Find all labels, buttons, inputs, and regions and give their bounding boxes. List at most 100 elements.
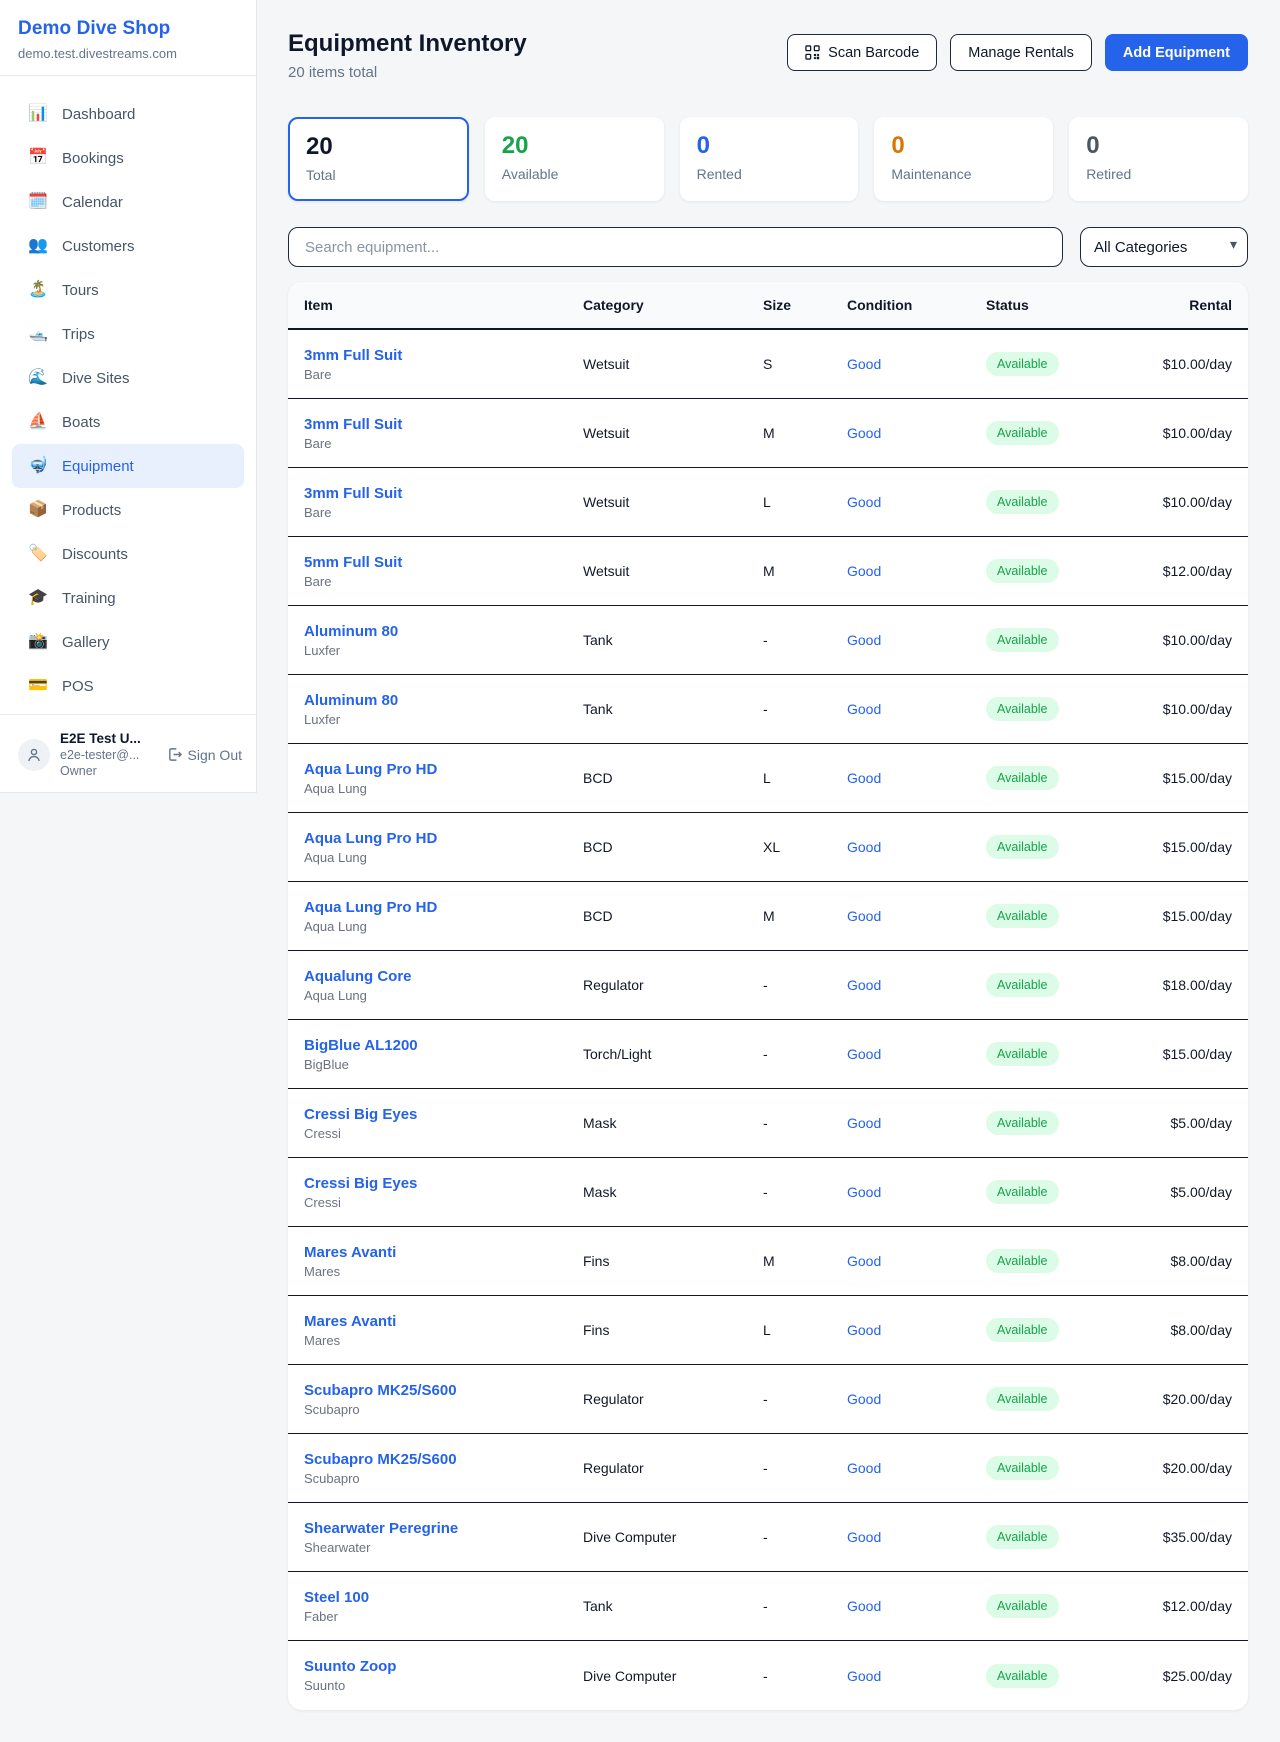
item-name-link[interactable]: Cressi Big Eyes <box>304 1106 583 1123</box>
item-name-link[interactable]: Aqualung Core <box>304 968 583 985</box>
sidebar-item-products[interactable]: 📦 Products <box>12 488 244 532</box>
add-equipment-button[interactable]: Add Equipment <box>1105 34 1248 71</box>
item-condition-link[interactable]: Good <box>847 1598 986 1614</box>
item-brand: Bare <box>304 505 583 520</box>
sidebar-item-calendar[interactable]: 🗓️ Calendar <box>12 180 244 224</box>
item-name-link[interactable]: Scubapro MK25/S600 <box>304 1382 583 1399</box>
sidebar-nav: 📊 Dashboard 📅 Bookings 🗓️ Calendar 👥 Cus… <box>0 76 256 714</box>
table-row: Shearwater Peregrine Shearwater Dive Com… <box>288 1503 1248 1572</box>
item-condition-link[interactable]: Good <box>847 1115 986 1131</box>
category-select[interactable]: All Categories <box>1080 227 1248 267</box>
stat-card-retired[interactable]: 0 Retired <box>1069 117 1248 201</box>
item-brand: Cressi <box>304 1195 583 1210</box>
sidebar-item-customers[interactable]: 👥 Customers <box>12 224 244 268</box>
sidebar-item-equipment[interactable]: 🤿 Equipment <box>12 444 244 488</box>
item-name-link[interactable]: 3mm Full Suit <box>304 347 583 364</box>
status-badge: Available <box>986 1594 1059 1618</box>
table-row: Aqua Lung Pro HD Aqua Lung BCD M Good Av… <box>288 882 1248 951</box>
nav-item-label: Gallery <box>62 634 110 651</box>
item-condition-link[interactable]: Good <box>847 1046 986 1062</box>
item-condition-link[interactable]: Good <box>847 563 986 579</box>
item-condition-link[interactable]: Good <box>847 425 986 441</box>
status-badge: Available <box>986 1111 1059 1135</box>
sidebar-item-dashboard[interactable]: 📊 Dashboard <box>12 92 244 136</box>
item-condition-link[interactable]: Good <box>847 1668 986 1684</box>
item-rental-rate: $25.00/day <box>1156 1668 1232 1684</box>
item-name-link[interactable]: Mares Avanti <box>304 1244 583 1261</box>
sidebar-item-bookings[interactable]: 📅 Bookings <box>12 136 244 180</box>
item-name-link[interactable]: Aqua Lung Pro HD <box>304 899 583 916</box>
item-condition-link[interactable]: Good <box>847 908 986 924</box>
column-header-size: Size <box>763 297 847 313</box>
item-name-link[interactable]: Aluminum 80 <box>304 623 583 640</box>
brand-domain: demo.test.divestreams.com <box>18 46 238 61</box>
search-input[interactable] <box>288 227 1063 267</box>
scan-barcode-label: Scan Barcode <box>828 45 919 61</box>
stat-card-total[interactable]: 20 Total <box>288 117 469 201</box>
item-condition-link[interactable]: Good <box>847 1529 986 1545</box>
page-title: Equipment Inventory <box>288 30 527 58</box>
item-name-link[interactable]: Cressi Big Eyes <box>304 1175 583 1192</box>
person-icon <box>26 747 42 763</box>
sidebar-item-discounts[interactable]: 🏷️ Discounts <box>12 532 244 576</box>
item-name-link[interactable]: 5mm Full Suit <box>304 554 583 571</box>
item-name-link[interactable]: Shearwater Peregrine <box>304 1520 583 1537</box>
item-condition-link[interactable]: Good <box>847 770 986 786</box>
sidebar-item-tours[interactable]: 🏝️ Tours <box>12 268 244 312</box>
item-category: Mask <box>583 1115 763 1131</box>
nav-item-label: Boats <box>62 414 100 431</box>
user-email: e2e-tester@... <box>60 748 157 762</box>
item-size: - <box>763 1460 847 1476</box>
item-rental-rate: $8.00/day <box>1156 1322 1232 1338</box>
table-row: Aluminum 80 Luxfer Tank - Good Available… <box>288 606 1248 675</box>
item-category: Regulator <box>583 1391 763 1407</box>
sidebar-item-boats[interactable]: ⛵ Boats <box>12 400 244 444</box>
item-name-link[interactable]: Aqua Lung Pro HD <box>304 761 583 778</box>
item-name-link[interactable]: 3mm Full Suit <box>304 485 583 502</box>
status-badge: Available <box>986 904 1059 928</box>
stat-card-maintenance[interactable]: 0 Maintenance <box>874 117 1053 201</box>
item-category: Mask <box>583 1184 763 1200</box>
item-name-link[interactable]: 3mm Full Suit <box>304 416 583 433</box>
item-condition-link[interactable]: Good <box>847 1184 986 1200</box>
item-condition-link[interactable]: Good <box>847 1460 986 1476</box>
item-rental-rate: $5.00/day <box>1156 1115 1232 1131</box>
sidebar-item-training[interactable]: 🎓 Training <box>12 576 244 620</box>
item-brand: Bare <box>304 367 583 382</box>
scan-barcode-button[interactable]: Scan Barcode <box>787 34 937 71</box>
sidebar-item-pos[interactable]: 💳 POS <box>12 664 244 708</box>
item-condition-link[interactable]: Good <box>847 632 986 648</box>
item-category: BCD <box>583 908 763 924</box>
stat-card-available[interactable]: 20 Available <box>485 117 664 201</box>
item-name-link[interactable]: Aluminum 80 <box>304 692 583 709</box>
item-condition-link[interactable]: Good <box>847 494 986 510</box>
item-name-link[interactable]: Steel 100 <box>304 1589 583 1606</box>
item-size: M <box>763 908 847 924</box>
item-brand: Aqua Lung <box>304 781 583 796</box>
manage-rentals-button[interactable]: Manage Rentals <box>950 34 1092 71</box>
sidebar-item-dive-sites[interactable]: 🌊 Dive Sites <box>12 356 244 400</box>
item-condition-link[interactable]: Good <box>847 1322 986 1338</box>
item-size: - <box>763 1391 847 1407</box>
column-header-item: Item <box>304 297 583 313</box>
sign-out-button[interactable]: Sign Out <box>167 747 242 763</box>
item-condition-link[interactable]: Good <box>847 1391 986 1407</box>
stat-card-rented[interactable]: 0 Rented <box>680 117 859 201</box>
item-name-link[interactable]: Scubapro MK25/S600 <box>304 1451 583 1468</box>
status-badge: Available <box>986 1664 1059 1688</box>
sidebar-item-trips[interactable]: 🛥️ Trips <box>12 312 244 356</box>
nav-item-label: Equipment <box>62 458 134 475</box>
item-condition-link[interactable]: Good <box>847 356 986 372</box>
item-condition-link[interactable]: Good <box>847 977 986 993</box>
sidebar-item-gallery[interactable]: 📸 Gallery <box>12 620 244 664</box>
item-name-link[interactable]: Aqua Lung Pro HD <box>304 830 583 847</box>
tag-icon: 🏷️ <box>28 546 48 562</box>
item-name-link[interactable]: Mares Avanti <box>304 1313 583 1330</box>
item-brand: BigBlue <box>304 1057 583 1072</box>
item-condition-link[interactable]: Good <box>847 839 986 855</box>
item-name-link[interactable]: BigBlue AL1200 <box>304 1037 583 1054</box>
item-condition-link[interactable]: Good <box>847 701 986 717</box>
item-condition-link[interactable]: Good <box>847 1253 986 1269</box>
item-name-link[interactable]: Suunto Zoop <box>304 1658 583 1675</box>
diving-mask-icon: 🤿 <box>28 458 48 474</box>
